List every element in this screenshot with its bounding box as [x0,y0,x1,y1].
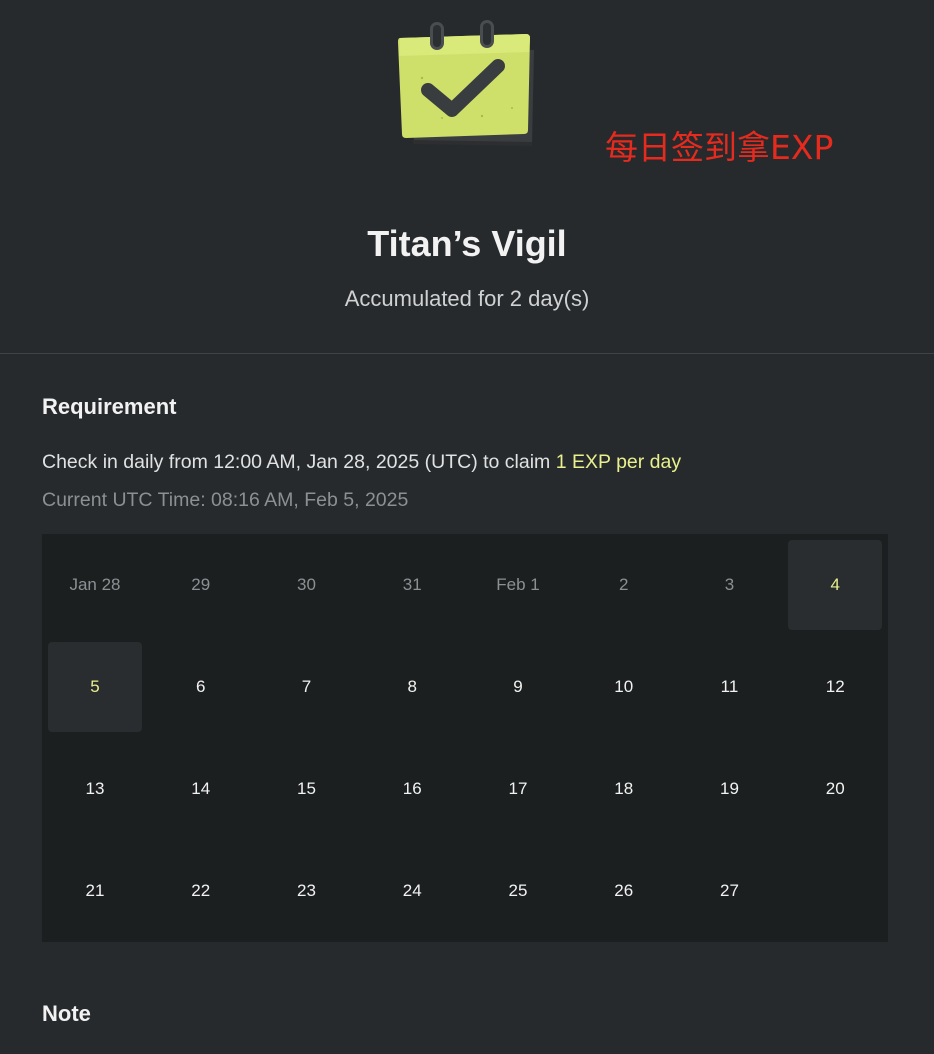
calendar-day: 13 [48,744,142,834]
calendar-day: 2 [577,540,671,630]
calendar-day-label: 21 [85,881,105,900]
calendar-day-label: 3 [724,575,735,594]
calendar-day: 26 [577,846,671,936]
calendar-day-label: 8 [407,677,417,696]
accumulated-days: Accumulated for 2 day(s) [344,286,590,311]
calendar-day-label: 22 [191,881,211,900]
calendar-day: 10 [577,642,671,732]
calendar-day-label: 9 [513,677,523,696]
calendar-day-label: 7 [301,677,312,696]
calendar-day-label: 20 [825,779,845,798]
calendar-day-label: 29 [191,575,211,594]
divider [0,353,934,354]
calendar-day: 16 [365,744,459,834]
calendar-day-label: Jan 28 [69,575,121,594]
calendar-day: 21 [48,846,142,936]
calendar-day-label: 14 [191,779,211,798]
calendar-day: 20 [788,744,882,834]
calendar-day: 14 [154,744,248,834]
calendar-day-label: 24 [402,881,422,900]
calendar-day: 31 [365,540,459,630]
calendar-day-label: 30 [297,575,316,594]
calendar-day-label: 11 [720,677,739,696]
calendar-day-label: 25 [508,881,528,900]
calendar-day: 6 [154,642,248,732]
calendar-day: 25 [471,846,565,936]
requirement-text-prefix: Check in daily from 12:00 AM, Jan 28, 20… [42,451,556,473]
calendar-day: 11 [683,642,777,732]
calendar-day: 15 [260,744,354,834]
calendar-day: 22 [154,846,248,936]
calendar-check-icon [392,18,542,150]
calendar-day-label: 16 [402,779,422,798]
calendar-day: 7 [260,642,354,732]
calendar-day-label: 27 [720,881,739,900]
calendar-day-label: 10 [614,677,634,696]
requirement-heading: Requirement [42,394,177,419]
calendar-day-label: 13 [85,779,105,798]
calendar-day-label: 31 [402,575,422,594]
calendar-day-label: 6 [196,677,206,696]
calendar-day-label: 15 [297,779,316,798]
calendar-day-label: 5 [90,677,100,696]
calendar-day-label: 26 [614,881,634,900]
current-utc-time: Current UTC Time: 08:16 AM, Feb 5, 2025 [42,489,409,511]
exp-reward: 1 EXP per day [555,451,682,473]
calendar-day: Feb 1 [471,540,565,630]
calendar-day: 17 [471,744,565,834]
calendar-day-label: 12 [825,677,845,696]
checkin-calendar: Jan 28 29 30 31 Feb 1 2 3 4 5 6 7 8 9 10 11 12 13 14 15 16 1… [42,534,888,942]
calendar-day: 4 [788,540,883,630]
daily-checkin-page: 每日签到拿EXP Titan’s Vigil Accumulated for 2… [0,0,934,1054]
note-heading: Note [42,1001,91,1026]
requirement-text: Check in daily from 12:00 AM, Jan 28, 20… [42,449,681,475]
calendar-day: 18 [577,744,671,834]
calendar-day-label: 19 [720,779,739,798]
calendar-day-label: 2 [619,575,629,594]
promo-annotation: 每日签到拿EXP [605,128,834,167]
calendar-day: 12 [788,642,882,732]
calendar-day: 30 [260,540,354,630]
calendar-day-label: 17 [508,779,528,798]
calendar-day-label: 4 [830,575,840,594]
calendar-day-label: 23 [297,881,316,900]
calendar-day: 9 [471,642,565,732]
calendar-day-label: 18 [614,779,634,798]
calendar-day: 8 [365,642,459,732]
calendar-day: 27 [683,846,777,936]
calendar-day: 29 [154,540,248,630]
calendar-day: 24 [365,846,459,936]
calendar-day: 19 [683,744,777,834]
page-title: Titan’s Vigil [367,223,567,264]
calendar-day: 5 [48,642,142,732]
calendar-day: 3 [683,540,777,630]
calendar-day-label: Feb 1 [496,575,540,594]
calendar-day: Jan 28 [48,540,142,630]
calendar-day: 23 [260,846,354,936]
